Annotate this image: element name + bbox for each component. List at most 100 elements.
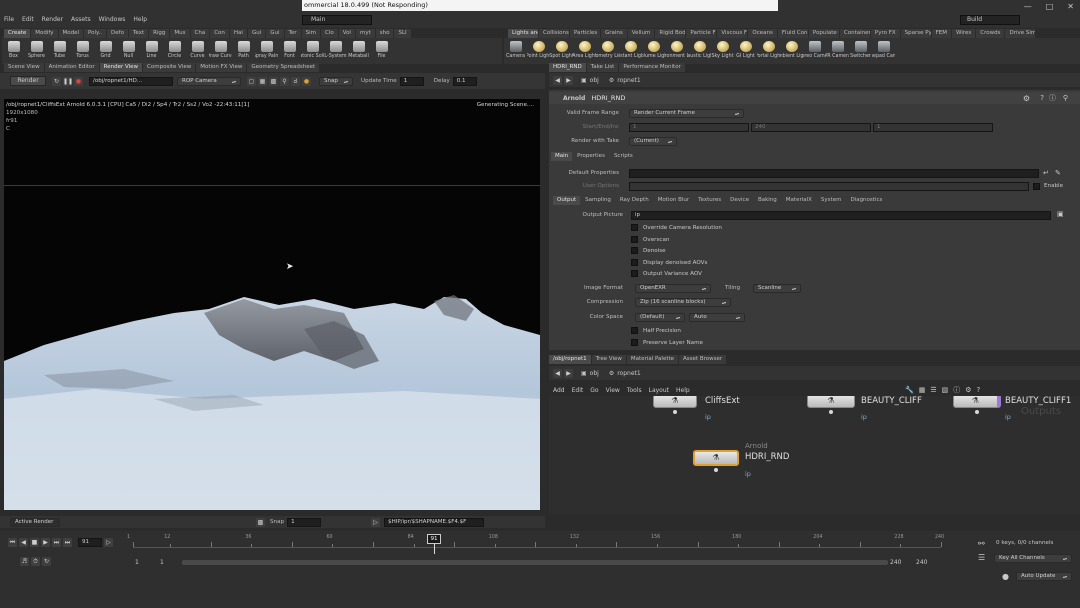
shelf-tool-torus[interactable]: Torus [71,38,94,64]
net-forward-arrow-icon[interactable]: ▶ [564,368,573,378]
option-overscan[interactable]: Overscan [631,235,722,248]
tab-shelf-right-15[interactable]: Wires [952,29,976,38]
tab-shelf-left-2[interactable]: Model [58,29,84,38]
edit-icon[interactable]: ✎ [1055,169,1061,177]
valid-frame-range-menu[interactable]: Render Current Frame [629,109,744,118]
close-icon[interactable]: ✕ [1067,2,1074,11]
network-menu-add[interactable]: Add [553,387,565,394]
tab-param-sub-5[interactable]: Device [726,196,753,205]
back-arrow-icon[interactable]: ◀ [553,75,562,85]
option-display-denoised-aovs[interactable]: Display denoised AOVs [631,258,722,271]
enable-checkbox[interactable] [1033,183,1040,190]
tab-shelf-right-11[interactable]: Container [839,29,870,38]
tab-shelf-left-18[interactable]: sho [375,29,394,38]
gear-icon[interactable]: ⚙ [1023,94,1030,103]
tab-shelf-right-8[interactable]: Oceans [748,29,777,38]
tab-shelf-right-7[interactable]: Viscous Fl [717,29,748,38]
node-beauty-cliff-output-dot[interactable] [829,410,833,414]
option-denoise[interactable]: Denoise [631,247,722,259]
tab-shelf-right-9[interactable]: Fluid Con [777,29,808,38]
timeline-marker[interactable]: 91 [427,534,441,544]
tab-left-pane-1[interactable]: Animation Editor [44,63,99,72]
maximize-icon[interactable]: □ [1046,2,1054,11]
checkbox[interactable] [631,235,638,243]
tab-shelf-left-15[interactable]: Clo [321,29,338,38]
shelf-tool-portal-light[interactable]: Portal Light [757,38,780,64]
loop-icon[interactable]: ↻ [42,557,51,566]
menu-windows[interactable]: Windows [99,16,126,23]
tab-param-main-2[interactable]: Scripts [609,152,637,161]
tab-network-pane-0[interactable]: /obj/ropnet1 [549,354,591,364]
delay-field[interactable]: 0.1 [452,76,477,86]
shelf-tool-path[interactable]: Path [232,38,255,64]
network-menu-edit[interactable]: Edit [572,387,584,394]
network-menu-help[interactable]: Help [676,387,690,394]
tab-param-pane-1[interactable]: Take List [586,62,619,72]
option-half-precision[interactable]: Half Precision [631,327,703,339]
shelf-tool-area-light[interactable]: Area Light [573,38,596,64]
node-hdri-rnd[interactable]: ⚗ [693,450,739,466]
shelf-tool-draw-curve[interactable]: Draw Curve [209,38,232,64]
shelf-tool-metaball[interactable]: Metaball [347,38,370,64]
network-menu-layout[interactable]: Layout [649,387,669,394]
search-icon[interactable]: ⚲ [1063,94,1068,102]
tab-shelf-right-0[interactable]: Lights and [508,29,538,38]
node-cliffsext[interactable]: ⚗ [653,396,697,408]
info-icon[interactable]: ⓘ [1049,93,1056,103]
tab-param-sub-6[interactable]: Baking [753,196,781,205]
channel-icon[interactable]: ☰ [978,553,985,562]
tab-shelf-left-14[interactable]: Sim [301,29,320,38]
network-menu-go[interactable]: Go [590,387,598,394]
range-slider[interactable] [182,560,888,565]
zoom-icon[interactable]: ☌ [291,76,300,86]
param-path-network[interactable]: ropnet1 [617,77,640,84]
shelf-tool-caustic-light[interactable]: Caustic Light [688,38,711,64]
net-help-icon[interactable]: ? [977,386,981,394]
render-button[interactable]: Render [10,76,46,86]
tab-shelf-right-14[interactable]: FEM [931,29,952,38]
shelf-tool-distant-light[interactable]: Distant Light [619,38,642,64]
shelf-tool-switcher[interactable]: Switcher [849,38,872,64]
color-space-family-menu[interactable]: Auto [689,313,745,322]
network-path-network[interactable]: ropnet1 [617,370,640,377]
menu-assets[interactable]: Assets [71,16,91,23]
wrench-icon[interactable]: 🔧 [905,386,914,394]
tab-param-sub-8[interactable]: System [816,196,846,205]
tiling-menu[interactable]: Scanline [753,284,801,293]
tab-shelf-right-16[interactable]: Crowds [976,29,1005,38]
camera-path-field[interactable]: /obj/ropnet1/HD... [89,76,173,86]
shelf-tool-volume-light[interactable]: Volume Light [642,38,665,64]
network-menu-tools[interactable]: Tools [627,387,642,394]
active-render-menu[interactable]: Active Render [10,517,60,527]
tab-shelf-right-1[interactable]: Collisions [539,29,569,38]
option-preserve-layer-name[interactable]: Preserve Layer Name [631,338,703,351]
param-path-obj[interactable]: obj [590,77,599,84]
node-beauty-cliff1-output-dot[interactable] [975,410,979,414]
current-frame-field[interactable]: 91 [78,538,102,547]
tab-shelf-left-9[interactable]: Con [210,29,229,38]
update-icon[interactable]: ● [1002,572,1009,581]
tab-shelf-left-4[interactable]: Defo [107,29,128,38]
shelf-tool-geometry-light[interactable]: Geometry Light [596,38,619,64]
shelf-tool-curve[interactable]: Curve [186,38,209,64]
tab-shelf-left-13[interactable]: Ter [284,29,301,38]
minimize-icon[interactable]: — [1024,2,1032,11]
menu-help[interactable]: Help [133,16,147,23]
tab-network-pane-1[interactable]: Tree View [591,354,626,364]
tab-left-pane-0[interactable]: Scene View [4,63,44,72]
tab-shelf-left-5[interactable]: Text [128,29,149,38]
range-end2-label[interactable]: 240 [916,559,927,566]
tab-param-pane-2[interactable]: Performance Monitor [619,62,685,72]
tab-param-sub-4[interactable]: Textures [694,196,726,205]
camera-menu[interactable]: ROP Camera [177,76,241,86]
snapshot-icon[interactable]: ▩ [269,76,278,86]
tab-shelf-left-12[interactable]: Gui [266,29,284,38]
shelf-tool-sky-light[interactable]: Sky Light [711,38,734,64]
step-back-icon[interactable]: ◀ [19,538,28,547]
tab-shelf-right-17[interactable]: Drive Sim [1005,29,1036,38]
image-format-menu[interactable]: OpenEXR [635,284,711,293]
auto-update-menu[interactable]: Auto Update [1016,572,1072,581]
tab-param-sub-1[interactable]: Sampling [581,196,615,205]
tree-icon[interactable]: ▧ [942,386,949,394]
tab-param-main-1[interactable]: Properties [573,152,609,161]
